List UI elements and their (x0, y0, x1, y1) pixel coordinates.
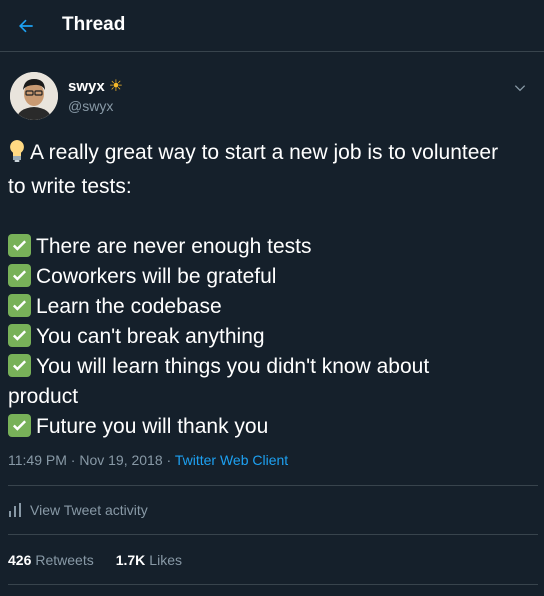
checklist-item: You will learn things you didn't know ab… (8, 352, 538, 382)
check-mark-icon (8, 354, 31, 377)
tweet-text: A really great way to start a new job is… (8, 138, 538, 442)
tweet-stats: 426 Retweets 1.7K Likes (8, 552, 182, 568)
checklist-item-text: Coworkers will be grateful (36, 265, 277, 288)
retweets-stat[interactable]: 426 Retweets (8, 552, 94, 568)
likes-count: 1.7K (115, 552, 146, 568)
arrow-left-icon (19, 19, 33, 33)
likes-stat[interactable]: 1.7K Likes (116, 552, 182, 568)
chevron-down-icon[interactable] (510, 78, 530, 98)
check-mark-icon (8, 234, 31, 257)
divider (8, 485, 538, 486)
back-button[interactable] (12, 12, 40, 40)
lightbulb-emoji-icon (8, 139, 26, 172)
meta-separator: · (166, 452, 172, 468)
checklist-item-wrap: product (8, 385, 79, 408)
activity-label: View Tweet activity (30, 502, 148, 518)
checklist-item: You can't break anything (8, 322, 538, 352)
bar-chart-icon (9, 503, 21, 517)
tweet-intro-line2: to write tests: (8, 175, 132, 198)
divider (8, 534, 538, 535)
checklist-item-text: You can't break anything (36, 325, 265, 348)
checklist-item-text: There are never enough tests (36, 235, 312, 258)
author-handle[interactable]: @swyx (68, 98, 113, 114)
tweet-author: swyx ☀ @swyx (10, 72, 534, 124)
sun-emoji-icon: ☀ (108, 77, 124, 95)
page-title: Thread (62, 14, 126, 35)
view-tweet-activity-link[interactable]: View Tweet activity (8, 502, 148, 518)
check-mark-icon (8, 264, 31, 287)
author-display-name: swyx (68, 78, 105, 95)
check-mark-icon (8, 294, 31, 317)
check-mark-icon (8, 414, 31, 437)
tweet-date[interactable]: Nov 19, 2018 (79, 452, 162, 468)
retweets-count: 426 (8, 552, 32, 568)
avatar-image (10, 72, 58, 120)
checklist-item: Learn the codebase (8, 292, 538, 322)
checklist-item-text: Future you will thank you (36, 415, 269, 438)
checklist-item-text: Learn the codebase (36, 295, 222, 318)
avatar[interactable] (10, 72, 58, 120)
likes-label: Likes (149, 552, 182, 568)
checklist-item-text: You will learn things you didn't know ab… (36, 355, 430, 378)
tweet-line: A really great way to start a new job is… (8, 138, 538, 172)
divider (8, 584, 538, 585)
tweet-intro-line1: A really great way to start a new job is… (30, 141, 499, 164)
checklist-item: Future you will thank you (8, 412, 538, 442)
thread-header: Thread (0, 0, 544, 52)
checklist-item: There are never enough tests (8, 232, 538, 262)
tweet-source-link[interactable]: Twitter Web Client (175, 452, 288, 468)
retweets-label: Retweets (35, 552, 94, 568)
check-mark-icon (8, 324, 31, 347)
tweet-time[interactable]: 11:49 PM (8, 452, 67, 468)
checklist-item: Coworkers will be grateful (8, 262, 538, 292)
meta-separator: · (70, 452, 76, 468)
tweet-meta: 11:49 PM · Nov 19, 2018 · Twitter Web Cl… (8, 452, 288, 468)
author-name[interactable]: swyx ☀ (68, 78, 123, 95)
